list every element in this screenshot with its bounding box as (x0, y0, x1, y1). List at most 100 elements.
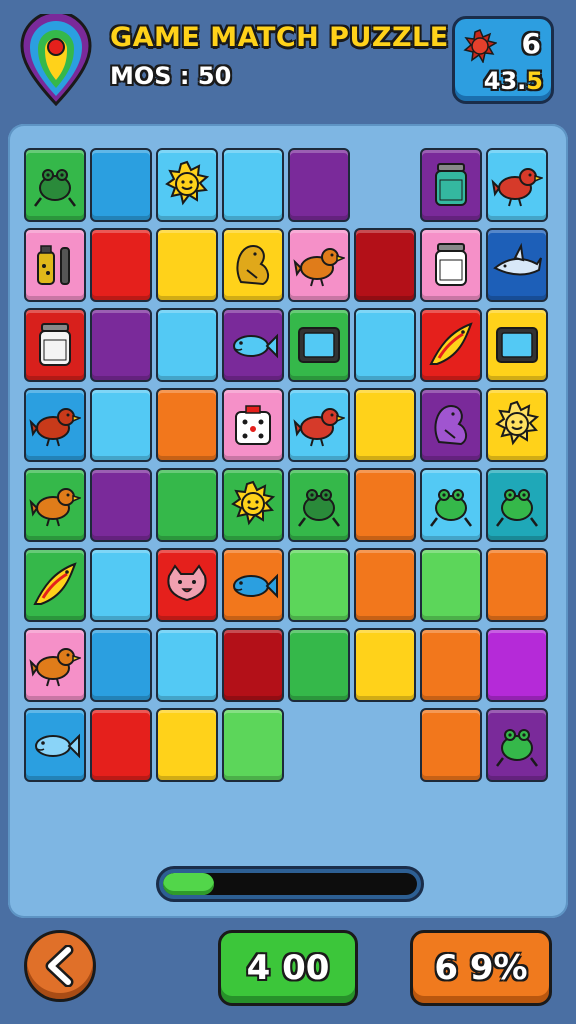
board-tile[interactable] (222, 148, 284, 222)
board-tile[interactable] (90, 228, 152, 302)
board-tile[interactable] (24, 388, 86, 462)
board-tile[interactable] (420, 708, 482, 782)
board-tile[interactable] (420, 308, 482, 382)
red-sun-gem-icon (463, 29, 497, 63)
frog-icon (298, 489, 340, 527)
board-tile[interactable] (222, 468, 284, 542)
screen-icon (496, 327, 538, 363)
board-tile[interactable] (222, 308, 284, 382)
board-tile[interactable] (24, 708, 86, 782)
header: GAME MATCH PUZZLE MOS : 50 6 43.5 (0, 0, 576, 118)
board-tile[interactable] (486, 548, 548, 622)
screen-icon (298, 327, 340, 363)
board-tile[interactable] (24, 548, 86, 622)
board-tile[interactable] (354, 388, 416, 462)
rainbow-drop-logo-icon (20, 14, 92, 106)
board-tile[interactable] (90, 308, 152, 382)
board-tile[interactable] (90, 628, 152, 702)
board-tile[interactable] (156, 548, 218, 622)
board-tile[interactable] (486, 148, 548, 222)
board-tile[interactable] (420, 388, 482, 462)
bottle-icon (37, 245, 70, 285)
board-tile[interactable] (156, 628, 218, 702)
board-tile[interactable] (24, 228, 86, 302)
flame-bird-icon (33, 562, 77, 605)
board-tile[interactable] (156, 148, 218, 222)
bird-icon (29, 648, 81, 687)
bird-icon (293, 248, 345, 287)
board-tile[interactable] (486, 388, 548, 462)
back-button[interactable] (24, 930, 96, 1002)
board-tile[interactable] (90, 548, 152, 622)
board-tile[interactable] (222, 628, 284, 702)
bird-icon (29, 408, 81, 447)
board-tile[interactable] (420, 468, 482, 542)
board-tile[interactable] (288, 628, 350, 702)
board-tile[interactable] (156, 388, 218, 462)
board-tile[interactable] (156, 308, 218, 382)
board-tile[interactable] (486, 228, 548, 302)
fish-icon (233, 333, 278, 359)
flame-bird-icon (429, 322, 473, 365)
progress-fill (163, 873, 214, 895)
board-tile[interactable] (420, 228, 482, 302)
board-tile[interactable] (24, 468, 86, 542)
board-tile[interactable] (486, 308, 548, 382)
board-tile[interactable] (288, 548, 350, 622)
board-tile[interactable] (156, 468, 218, 542)
sun-icon (165, 160, 210, 206)
fish-icon (233, 573, 278, 599)
score-bottom-accent: 5 (526, 67, 543, 95)
chevron-left-icon (45, 945, 74, 987)
board-tile[interactable] (420, 548, 482, 622)
squirrel-icon (236, 244, 269, 286)
fish-icon (35, 733, 80, 759)
jar-icon (435, 163, 467, 206)
tile-grid (24, 148, 552, 790)
board-tile[interactable] (24, 308, 86, 382)
jar-icon (435, 243, 467, 286)
score-top-value: 6 (521, 27, 541, 60)
board-tile[interactable] (420, 628, 482, 702)
squirrel-icon (434, 404, 467, 446)
score-bottom-prefix: 43. (483, 67, 527, 95)
board-tile[interactable] (156, 708, 218, 782)
board-tile[interactable] (288, 148, 350, 222)
board-tile[interactable] (288, 468, 350, 542)
sun-icon (495, 400, 540, 446)
board-tile[interactable] (288, 308, 350, 382)
board-tile[interactable] (486, 708, 548, 782)
board-tile[interactable] (288, 228, 350, 302)
frog-icon (496, 729, 538, 767)
moves-counter: MOS : 50 (110, 62, 232, 90)
board-tile[interactable] (288, 388, 350, 462)
board-tile[interactable] (222, 548, 284, 622)
board-tile[interactable] (24, 148, 86, 222)
board-tile[interactable] (90, 708, 152, 782)
board-tile[interactable] (354, 628, 416, 702)
board-tile[interactable] (222, 708, 284, 782)
frog-icon (34, 169, 76, 207)
shark-icon (493, 242, 542, 276)
board-tile[interactable] (156, 228, 218, 302)
board-tile[interactable] (90, 148, 152, 222)
board-tile[interactable] (486, 468, 548, 542)
board-tile[interactable] (90, 388, 152, 462)
board-tile[interactable] (90, 468, 152, 542)
board-tile[interactable] (354, 468, 416, 542)
board-tile[interactable] (354, 228, 416, 302)
score-panel: 6 43.5 (452, 16, 554, 104)
game-title: GAME MATCH PUZZLE (110, 22, 449, 53)
board-tile[interactable] (24, 628, 86, 702)
board-tile[interactable] (354, 308, 416, 382)
board-tile[interactable] (222, 388, 284, 462)
board-tile[interactable] (222, 228, 284, 302)
moves-remaining-button[interactable]: 4 00 (218, 930, 358, 1006)
bird-icon (29, 488, 81, 527)
completion-percent-button[interactable]: 6 9% (410, 930, 552, 1006)
sun-icon (231, 480, 276, 526)
bird-icon (293, 408, 345, 447)
board-tile[interactable] (420, 148, 482, 222)
board-tile[interactable] (354, 548, 416, 622)
board-tile[interactable] (486, 628, 548, 702)
